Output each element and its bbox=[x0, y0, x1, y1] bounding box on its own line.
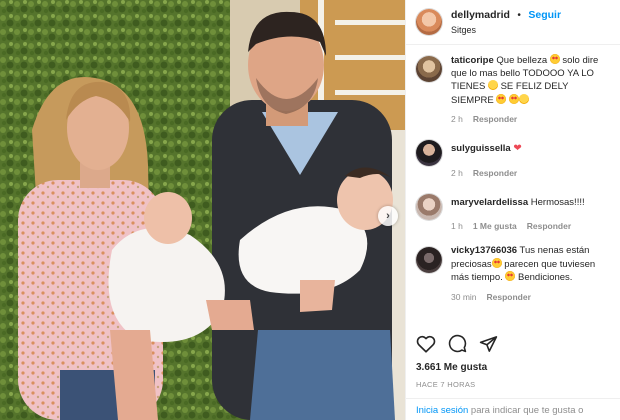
commenter-avatar[interactable] bbox=[416, 140, 442, 166]
reply-button[interactable]: Responder bbox=[473, 114, 517, 124]
comment-item: taticoripe Que belleza solo dire que lo … bbox=[406, 54, 620, 124]
reply-button[interactable]: Responder bbox=[527, 221, 571, 231]
comment-time[interactable]: 1 h bbox=[451, 221, 463, 231]
login-prompt-text: para indicar que te gusta o bbox=[468, 405, 584, 416]
owner-avatar[interactable] bbox=[416, 9, 442, 35]
comments-list[interactable]: taticoripe Que belleza solo dire que lo … bbox=[406, 46, 620, 328]
post-actions-bar bbox=[416, 334, 498, 353]
comment-meta: 30 min Responder bbox=[451, 292, 612, 302]
smiling-emoji-icon bbox=[519, 93, 530, 104]
heart-eyes-emoji-icon bbox=[509, 93, 520, 104]
comment-time[interactable]: 30 min bbox=[451, 292, 477, 302]
comment-text: taticoripe Que belleza solo dire que lo … bbox=[451, 54, 612, 107]
comment-username[interactable]: taticoripe bbox=[451, 55, 494, 66]
comment-username[interactable]: vicky13766036 bbox=[451, 245, 517, 256]
share-paper-plane-icon[interactable] bbox=[479, 335, 498, 353]
smiling-emoji-icon bbox=[487, 80, 498, 90]
post-header-text: dellymadrid • Seguir Sitges bbox=[451, 7, 561, 37]
login-prompt-bar: Inicia sesión para indicar que te gusta … bbox=[406, 398, 620, 420]
comment-bubble-icon[interactable] bbox=[448, 334, 467, 353]
reply-button[interactable]: Responder bbox=[473, 168, 517, 178]
likes-count[interactable]: 3.661 Me gusta bbox=[416, 362, 487, 373]
comment-meta: 2 h Responder bbox=[451, 114, 612, 124]
comment-username[interactable]: maryvelardelissa bbox=[451, 197, 528, 208]
follow-button[interactable]: Seguir bbox=[528, 9, 561, 21]
comment-item: vicky13766036 Tus nenas están preciosas … bbox=[406, 245, 620, 302]
carousel-next-button[interactable]: › bbox=[378, 206, 398, 226]
comment-time[interactable]: 2 h bbox=[451, 168, 463, 178]
owner-username[interactable]: dellymadrid bbox=[451, 9, 510, 21]
comment-likes-count[interactable]: 1 Me gusta bbox=[473, 221, 517, 231]
like-heart-icon[interactable] bbox=[416, 335, 436, 353]
comment-body: vicky13766036 Tus nenas están preciosas … bbox=[451, 245, 612, 302]
commenter-avatar[interactable] bbox=[416, 247, 442, 273]
comment-item: sulyguissella ❤ 2 h Responder bbox=[406, 138, 620, 178]
comment-item: maryvelardelissa Hermosas!!!! 1 h 1 Me g… bbox=[406, 192, 620, 232]
post-timestamp[interactable]: HACE 7 HORAS bbox=[416, 380, 475, 389]
comment-text-part: Bendiciones. bbox=[515, 272, 573, 283]
comment-text-part: Hermosas!!!! bbox=[528, 196, 585, 208]
heart-eyes-emoji-icon bbox=[505, 271, 516, 281]
reply-button[interactable]: Responder bbox=[487, 292, 531, 302]
comment-text: vicky13766036 Tus nenas están preciosas … bbox=[451, 245, 612, 285]
heart-eyes-emoji-icon bbox=[491, 257, 502, 268]
comment-time[interactable]: 2 h bbox=[451, 114, 463, 124]
comment-text: sulyguissella ❤ bbox=[451, 138, 612, 156]
commenter-avatar[interactable] bbox=[416, 56, 442, 82]
comment-meta: 1 h 1 Me gusta Responder bbox=[451, 221, 612, 231]
red-heart-icon: ❤ bbox=[513, 143, 522, 154]
post-header: dellymadrid • Seguir Sitges bbox=[406, 0, 620, 45]
post-location[interactable]: Sitges bbox=[451, 23, 561, 37]
commenter-avatar[interactable] bbox=[416, 193, 442, 220]
comment-meta: 2 h Responder bbox=[451, 168, 612, 178]
comment-text-part: Que belleza bbox=[493, 55, 550, 66]
comment-text: maryvelardelissa Hermosas!!!! bbox=[451, 192, 612, 210]
comment-username[interactable]: sulyguissella bbox=[451, 143, 511, 154]
comment-body: sulyguissella ❤ 2 h Responder bbox=[451, 138, 612, 178]
family-photo-image bbox=[0, 0, 405, 420]
separator-dot: • bbox=[517, 10, 521, 21]
comment-body: maryvelardelissa Hermosas!!!! 1 h 1 Me g… bbox=[451, 192, 612, 232]
login-link[interactable]: Inicia sesión bbox=[416, 405, 468, 416]
comment-body: taticoripe Que belleza solo dire que lo … bbox=[451, 54, 612, 124]
post-side-panel: dellymadrid • Seguir Sitges taticoripe Q… bbox=[405, 0, 620, 420]
post-photo[interactable]: › bbox=[0, 0, 405, 420]
heart-eyes-emoji-icon bbox=[496, 93, 507, 104]
chevron-right-icon: › bbox=[386, 210, 390, 222]
heart-eyes-emoji-icon bbox=[549, 54, 560, 64]
